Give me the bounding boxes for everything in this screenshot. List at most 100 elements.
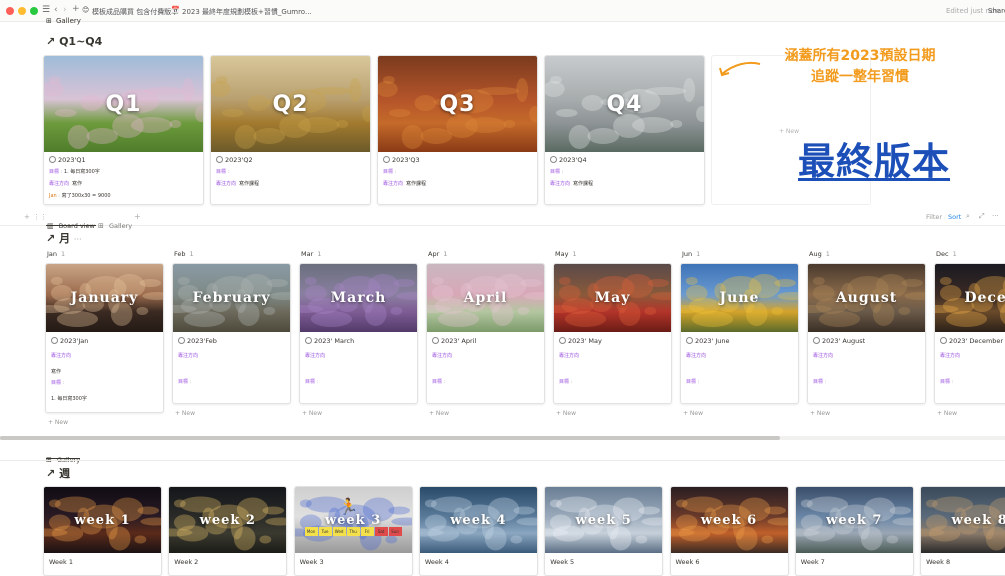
- close-window-button[interactable]: [6, 7, 14, 15]
- page-icon: [550, 156, 557, 163]
- breadcrumb-item-2[interactable]: 2023 最終年度規劃模板+習慣_Gumro...: [182, 7, 312, 17]
- week-cover: week 1: [44, 487, 161, 553]
- new-card-button[interactable]: + New: [683, 410, 703, 417]
- quarter-cover: Q1: [44, 56, 203, 152]
- new-card-button[interactable]: + New: [429, 410, 449, 417]
- filter-button[interactable]: Filter: [926, 213, 942, 221]
- direction-property: 專注方向 寫作課程: [550, 180, 593, 187]
- column-name: Mar: [301, 250, 314, 258]
- minimize-window-button[interactable]: [18, 7, 26, 15]
- new-card-button[interactable]: + New: [302, 410, 322, 417]
- drag-handle-icon[interactable]: ⋮⋮: [33, 213, 47, 221]
- gallery-tab-label: Gallery: [56, 17, 81, 25]
- quarter-card[interactable]: Q3 2023'Q3 目標 : 專注方向 寫作課程: [377, 55, 538, 205]
- board-column-header[interactable]: Apr 1: [428, 250, 447, 258]
- week-card[interactable]: Mon Tue Wed Thu Fri Sat Sun 🏃 week 3 Week 3: [293, 486, 413, 576]
- week-card[interactable]: week 2 Week 2: [168, 486, 288, 576]
- quarter-card[interactable]: Q1 2023'Q1 目標 : 1. 每日寫300字 專注方向 寫作 Jan : 寫了30…: [43, 55, 204, 205]
- month-card[interactable]: August 2023' August 專注方向 目標 :: [807, 263, 926, 404]
- goal-property: 目標 :: [940, 378, 953, 385]
- month-card-title: 2023' August: [813, 337, 865, 345]
- week-card[interactable]: week 5 Week 5: [544, 486, 664, 576]
- new-card-button[interactable]: + New: [810, 410, 830, 417]
- quarter-cover: Q4: [545, 56, 704, 152]
- forward-arrow-icon[interactable]: ›: [63, 5, 67, 15]
- quarter-section-title[interactable]: ↗ Q1~Q4: [46, 35, 102, 48]
- week-card[interactable]: week 1 Week 1: [43, 486, 162, 576]
- month-cover-text: Decem: [964, 290, 1005, 306]
- month-more-icon[interactable]: ···: [74, 235, 82, 244]
- month-card-title: 2023'Jan: [51, 337, 88, 345]
- week-section-title[interactable]: ↗ 週: [46, 465, 70, 481]
- month-card-title: 2023' December: [940, 337, 1003, 345]
- board-column-header[interactable]: Jan 1: [47, 250, 65, 258]
- sort-button[interactable]: Sort: [948, 213, 961, 221]
- month-section-title[interactable]: ↗ 月 ···: [46, 230, 82, 246]
- goal-label: 目標: [432, 379, 443, 385]
- expand-icon[interactable]: ⤢: [979, 212, 985, 221]
- sidebar-toggle-icon[interactable]: ☰: [42, 5, 50, 15]
- quarter-card[interactable]: Q4 2023'Q4 目標 : 專注方向 寫作課程: [544, 55, 705, 205]
- board-scrollbar-thumb[interactable]: [0, 436, 780, 440]
- week-cover: week 6: [670, 487, 788, 553]
- more-options-icon[interactable]: ···: [992, 212, 999, 220]
- breadcrumb-emoji-icon: 😊: [82, 6, 90, 14]
- week-card[interactable]: week 4 Week 4: [418, 486, 538, 576]
- week-cover-text: week 7: [826, 512, 883, 528]
- week-cover: week 2: [169, 487, 287, 553]
- goal-label: 目標: [559, 379, 570, 385]
- month-card[interactable]: June 2023' June 專注方向 目標 :: [680, 263, 799, 404]
- quarter-card-title: 2023'Q1: [49, 156, 86, 164]
- board-column-header[interactable]: May 1: [555, 250, 577, 258]
- goal-label: 目標: [51, 380, 62, 386]
- add-view-icon[interactable]: +: [134, 212, 141, 221]
- week-gallery-tab[interactable]: ⊞ Gallery: [46, 447, 81, 464]
- quarter-cover-text: Q4: [606, 91, 643, 117]
- direction-label: 專注方向: [813, 353, 834, 359]
- board-scrollbar-track: [0, 436, 1005, 440]
- week-cover: week 7: [795, 487, 913, 553]
- share-button[interactable]: Share: [988, 7, 1005, 15]
- new-card-button[interactable]: + New: [48, 419, 68, 426]
- month-card[interactable]: January 2023'Jan 專注方向 寫作 目標 : 1. 每日寫300字: [45, 263, 164, 413]
- page-icon: [813, 337, 820, 344]
- month-title-text: 2023'Feb: [187, 337, 217, 345]
- new-card-button[interactable]: + New: [175, 410, 195, 417]
- week-card[interactable]: week 8 Week 8: [920, 486, 1005, 576]
- column-name: Jan: [47, 250, 58, 258]
- maximize-window-button[interactable]: [30, 7, 38, 15]
- board-column-header[interactable]: Feb 1: [174, 250, 194, 258]
- week-card[interactable]: week 7 Week 7: [794, 486, 914, 576]
- quarter-cover-text: Q3: [439, 91, 476, 117]
- direction-label: 專注方向: [49, 181, 70, 187]
- add-block-icon[interactable]: +: [24, 213, 30, 221]
- goal-value: 1. 每日寫300字: [63, 169, 100, 175]
- add-page-icon[interactable]: +: [72, 4, 80, 14]
- new-card-button[interactable]: + New: [937, 410, 957, 417]
- quarter-title-text: 2023'Q2: [225, 156, 253, 164]
- search-icon[interactable]: ⌕: [966, 212, 970, 221]
- board-column-header[interactable]: Mar 1: [301, 250, 321, 258]
- new-card-button[interactable]: + New: [556, 410, 576, 417]
- tab-gallery[interactable]: ⊞ Gallery: [98, 213, 132, 232]
- colon: :: [61, 380, 65, 386]
- back-arrow-icon[interactable]: ‹: [54, 5, 58, 15]
- top-gallery-tab[interactable]: ⊞ Gallery: [46, 17, 86, 27]
- month-card[interactable]: March 2023' March 專注方向 目標 :: [299, 263, 418, 404]
- quarter-card[interactable]: Q2 2023'Q2 目標 : 專注方向 寫作課程: [210, 55, 371, 205]
- week-card[interactable]: week 6 Week 6: [669, 486, 789, 576]
- month-cover: February: [173, 264, 290, 332]
- page-icon: [559, 337, 566, 344]
- board-column-header[interactable]: Dec 1: [936, 250, 957, 258]
- month-cover-text: May: [594, 290, 631, 306]
- quarter-cover: Q2: [211, 56, 370, 152]
- quarter-title-text: 2023'Q4: [559, 156, 587, 164]
- board-column-header[interactable]: Aug 1: [809, 250, 830, 258]
- month-card[interactable]: February 2023'Feb 專注方向 目標 :: [172, 263, 291, 404]
- month-card[interactable]: April 2023' April 專注方向 目標 :: [426, 263, 545, 404]
- month-cover-text: June: [719, 290, 760, 306]
- month-card[interactable]: Decem 2023' December 專注方向目標 :: [934, 263, 1005, 404]
- board-column-header[interactable]: Jun 1: [682, 250, 700, 258]
- tab-board-view[interactable]: ▥ Board view: [46, 210, 96, 230]
- month-card[interactable]: May 2023' May 專注方向 目標 :: [553, 263, 672, 404]
